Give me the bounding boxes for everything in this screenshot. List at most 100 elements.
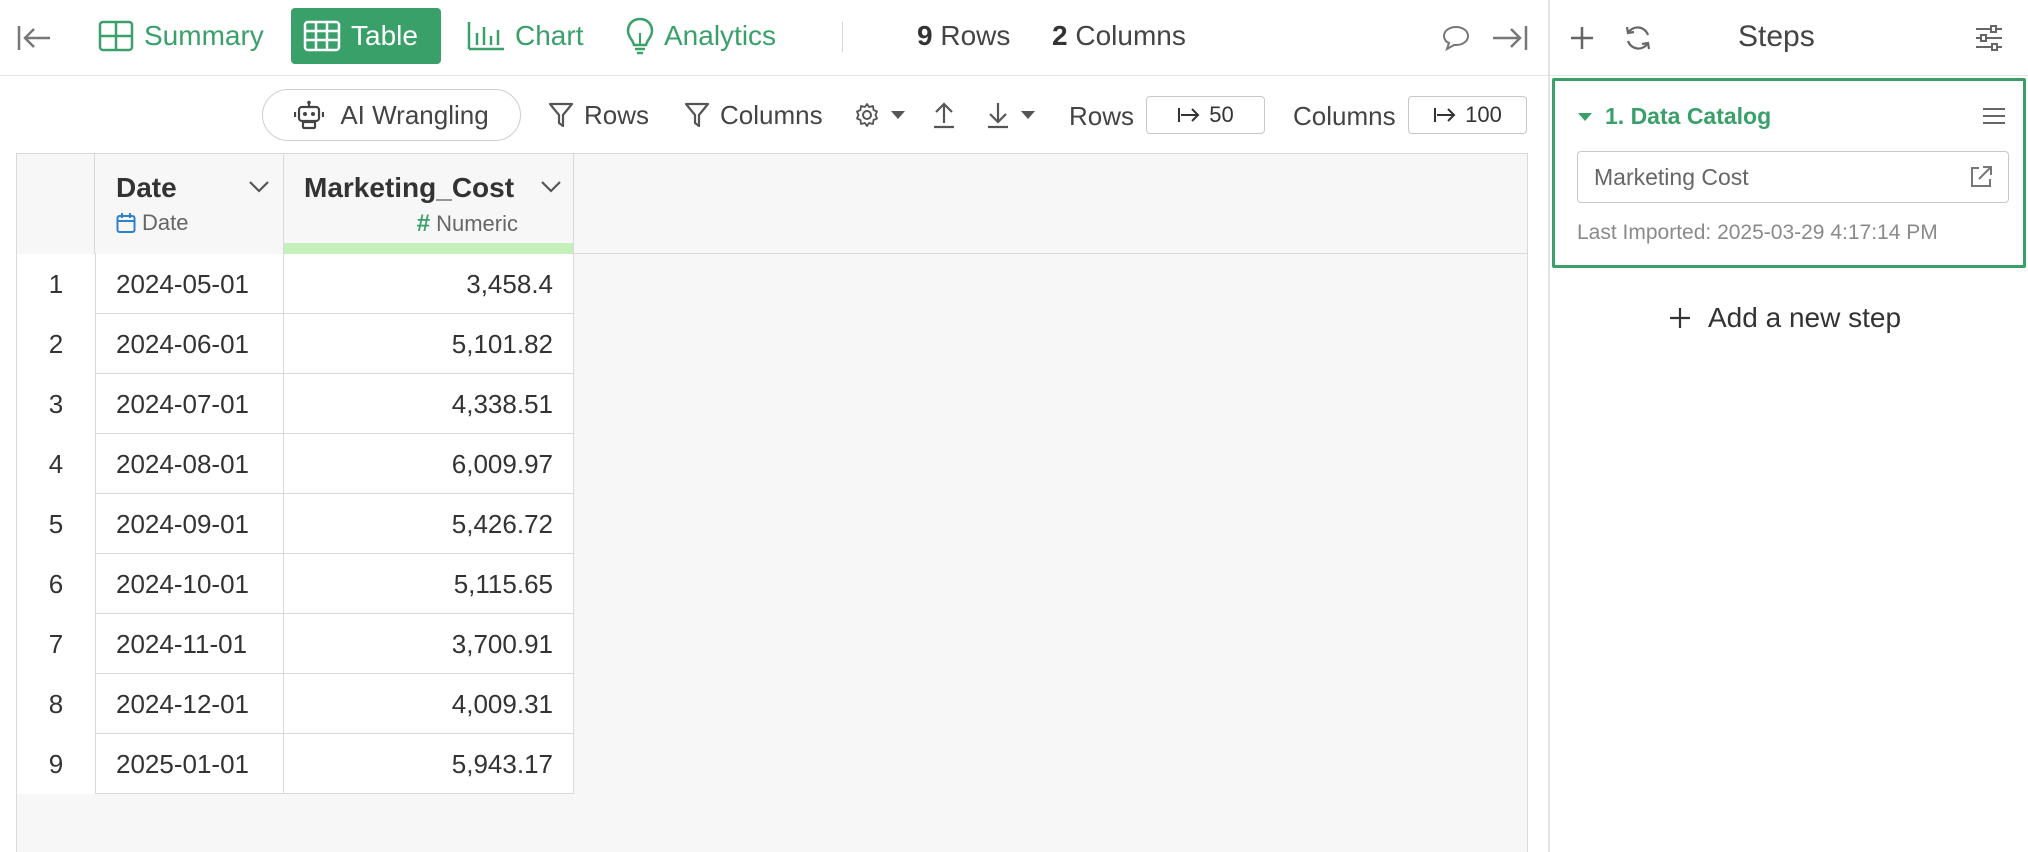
tab-chart-label: Chart: [515, 20, 584, 51]
date-cell[interactable]: 2024-07-01: [96, 374, 284, 434]
row-number-header: [17, 154, 95, 254]
marketing-cost-cell[interactable]: 4,338.51: [284, 374, 574, 434]
date-cell[interactable]: 2024-05-01: [96, 254, 284, 314]
bar-chart-icon: [467, 22, 504, 51]
tab-summary[interactable]: Summary: [86, 8, 276, 64]
step-title-label: 1. Data Catalog: [1605, 103, 1772, 129]
last-imported-text: Last Imported: 2025-03-29 4:17:14 PM: [1577, 221, 1938, 244]
ai-wrangling-label: AI Wrangling: [340, 99, 489, 130]
chevron-down-icon[interactable]: [540, 180, 562, 199]
ai-wrangling-button[interactable]: AI Wrangling: [262, 89, 521, 141]
marketing-cost-cell[interactable]: 5,101.82: [284, 314, 574, 374]
rows-limit-button[interactable]: 50: [1146, 96, 1265, 134]
table-row[interactable]: 1 2024-05-01 3,458.4: [17, 254, 574, 314]
column-name: Marketing_Cost: [304, 172, 515, 203]
rows-limit-label: Rows: [1069, 101, 1135, 131]
column-type-label: Numeric: [436, 211, 518, 236]
table-row[interactable]: 3 2024-07-01 4,338.51: [17, 374, 574, 434]
date-cell[interactable]: 2024-06-01: [96, 314, 284, 374]
plus-icon: [1670, 308, 1690, 328]
tab-analytics-label: Analytics: [664, 20, 777, 51]
row-number: 1: [17, 254, 96, 314]
external-link-icon[interactable]: [1968, 164, 1994, 196]
column-header-marketing-cost[interactable]: Marketing_Cost # Numeric: [284, 154, 574, 254]
column-name: Date: [116, 172, 177, 203]
caret-down-icon: [891, 111, 905, 119]
row-number: 5: [17, 494, 96, 554]
date-cell[interactable]: 2024-11-01: [96, 614, 284, 674]
table-icon: [303, 20, 341, 52]
rows-filter-label: Rows: [584, 99, 650, 130]
export-button[interactable]: [932, 89, 956, 141]
hash-icon: #: [416, 210, 431, 237]
row-number: 9: [17, 734, 96, 794]
columns-limit-label: Columns: [1293, 101, 1396, 131]
marketing-cost-cell[interactable]: 5,943.17: [284, 734, 574, 794]
date-cell[interactable]: 2024-08-01: [96, 434, 284, 494]
columns-filter-button[interactable]: Columns: [684, 89, 823, 141]
row-number: 3: [17, 374, 96, 434]
table-row[interactable]: 6 2024-10-01 5,115.65: [17, 554, 574, 614]
calendar-icon: [116, 213, 136, 233]
gear-icon: [856, 103, 878, 127]
columns-limit-value: 100: [1465, 102, 1502, 127]
table-row[interactable]: 2 2024-06-01 5,101.82: [17, 314, 574, 374]
data-grid: Date Date Marketing_Cost # Numeric 1 202…: [16, 153, 1528, 852]
marketing-cost-cell[interactable]: 4,009.31: [284, 674, 574, 734]
rows-filter-button[interactable]: Rows: [548, 89, 649, 141]
jump-arrow-icon: [1178, 108, 1200, 122]
marketing-cost-cell[interactable]: 3,700.91: [284, 614, 574, 674]
column-type: Date: [116, 210, 188, 236]
filter-icon: [684, 102, 710, 128]
upload-icon: [934, 102, 954, 129]
comment-icon[interactable]: [1436, 18, 1476, 58]
tab-analytics[interactable]: Analytics: [614, 8, 788, 64]
marketing-cost-cell[interactable]: 5,115.65: [284, 554, 574, 614]
table-row[interactable]: 8 2024-12-01 4,009.31: [17, 674, 574, 734]
marketing-cost-cell[interactable]: 3,458.4: [284, 254, 574, 314]
top-bar: Summary Table Chart Analytics 9 Rows 2 C…: [0, 0, 1550, 76]
sliders-icon[interactable]: [1969, 18, 2009, 58]
import-dropdown[interactable]: [986, 89, 1036, 141]
refresh-icon[interactable]: [1618, 18, 1658, 58]
column-count: 2 Columns: [1052, 20, 1186, 51]
settings-dropdown[interactable]: [854, 89, 906, 141]
collapse-left-icon[interactable]: [14, 18, 54, 58]
step-title[interactable]: 1. Data Catalog: [1577, 103, 1771, 130]
columns-filter-label: Columns: [720, 99, 823, 130]
tab-table-label: Table: [351, 20, 418, 51]
date-cell[interactable]: 2024-09-01: [96, 494, 284, 554]
column-type-label: Date: [142, 210, 189, 235]
table-row[interactable]: 5 2024-09-01 5,426.72: [17, 494, 574, 554]
tab-table[interactable]: Table: [291, 8, 441, 64]
tab-chart[interactable]: Chart: [455, 8, 595, 64]
table-row[interactable]: 9 2025-01-01 5,943.17: [17, 734, 574, 794]
columns-limit-button[interactable]: 100: [1408, 96, 1527, 134]
hamburger-menu-icon[interactable]: [1979, 101, 2009, 131]
column-header-date[interactable]: Date Date: [96, 154, 284, 254]
jump-arrow-icon: [1434, 108, 1456, 122]
numeric-distribution-bar: [284, 243, 573, 254]
data-source-name: Marketing Cost: [1594, 163, 1749, 190]
table-row[interactable]: 4 2024-08-01 6,009.97: [17, 434, 574, 494]
row-number: 8: [17, 674, 96, 734]
date-cell[interactable]: 2025-01-01: [96, 734, 284, 794]
table-row[interactable]: 7 2024-11-01 3,700.91: [17, 614, 574, 674]
add-step-icon[interactable]: [1562, 18, 1602, 58]
date-cell[interactable]: 2024-10-01: [96, 554, 284, 614]
marketing-cost-cell[interactable]: 5,426.72: [284, 494, 574, 554]
row-count: 9 Rows: [917, 20, 1011, 51]
summary-grid-icon: [98, 20, 134, 52]
chevron-down-icon[interactable]: [248, 180, 270, 199]
row-number: 4: [17, 434, 96, 494]
column-type: # Numeric: [417, 210, 518, 238]
collapse-right-icon[interactable]: [1490, 18, 1530, 58]
marketing-cost-cell[interactable]: 6,009.97: [284, 434, 574, 494]
row-number: 2: [17, 314, 96, 374]
data-source-field[interactable]: Marketing Cost: [1577, 151, 2009, 203]
row-number: 7: [17, 614, 96, 674]
tab-summary-label: Summary: [144, 20, 264, 51]
add-new-step-button[interactable]: Add a new step: [1668, 302, 1901, 334]
step-card-data-catalog[interactable]: 1. Data Catalog Marketing Cost Last Impo…: [1552, 78, 2026, 268]
date-cell[interactable]: 2024-12-01: [96, 674, 284, 734]
